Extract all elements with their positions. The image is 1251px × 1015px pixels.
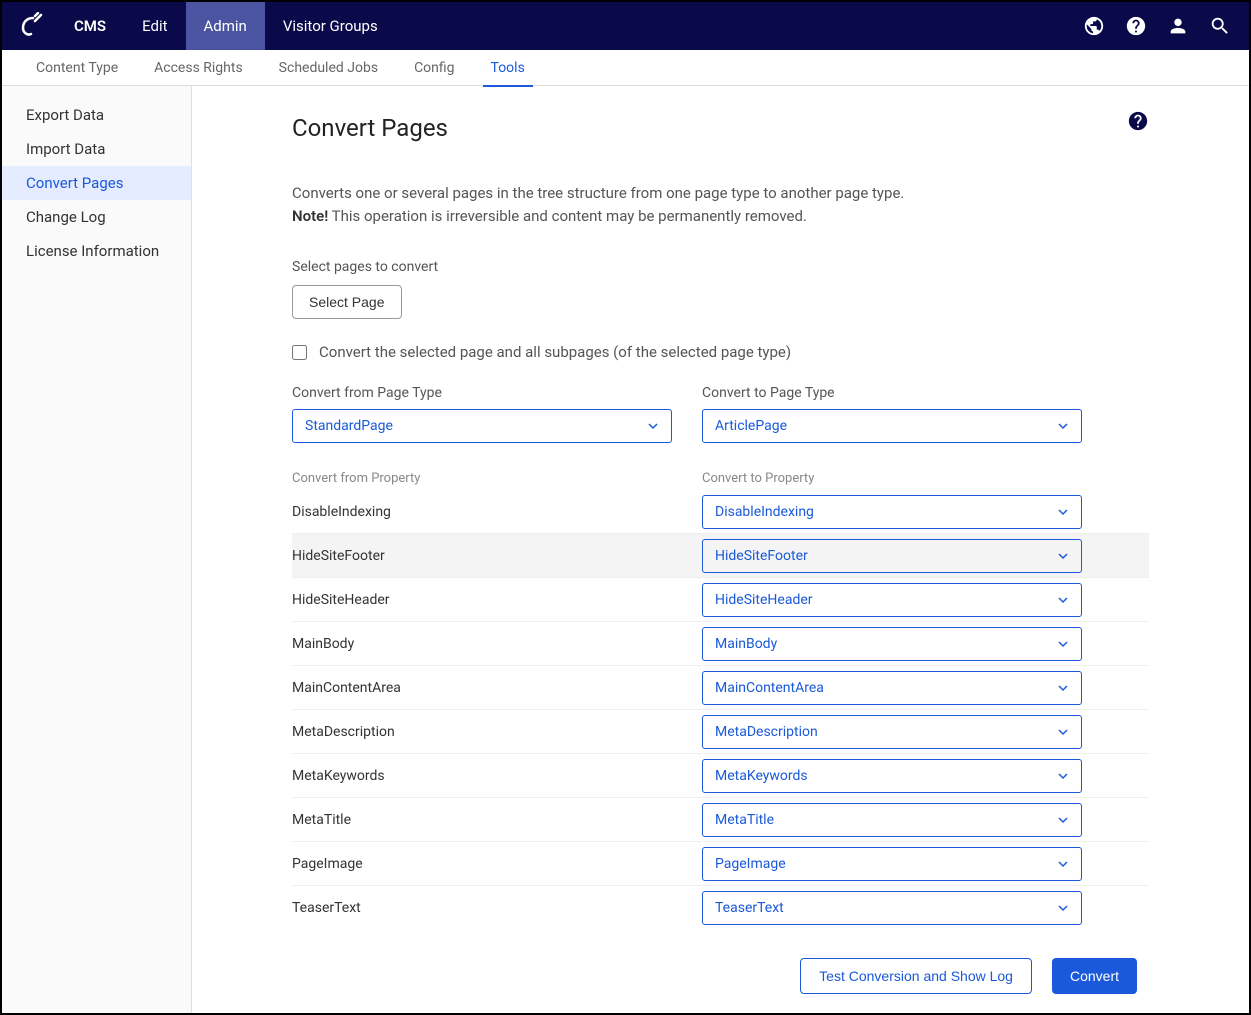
top-navbar: CMSEditAdminVisitor Groups: [2, 2, 1249, 50]
topnav-item-edit[interactable]: Edit: [124, 2, 185, 50]
property-to-select[interactable]: PageImage: [702, 847, 1082, 881]
subnav-item-scheduled-jobs[interactable]: Scheduled Jobs: [261, 50, 396, 86]
sidebar-item-convert-pages[interactable]: Convert Pages: [2, 166, 191, 200]
select-page-button[interactable]: Select Page: [292, 285, 402, 319]
sub-navbar: Content TypeAccess RightsScheduled JobsC…: [2, 50, 1249, 86]
property-from: MetaKeywords: [292, 768, 672, 784]
property-from: MainContentArea: [292, 680, 672, 696]
property-row: PageImage PageImage: [292, 842, 1149, 886]
test-conversion-button[interactable]: Test Conversion and Show Log: [800, 958, 1032, 994]
property-to-value: MainContentArea: [715, 680, 824, 696]
property-row: MainBody MainBody: [292, 622, 1149, 666]
chevron-down-icon: [1057, 638, 1069, 650]
property-from: HideSiteFooter: [292, 548, 672, 564]
property-row: MetaKeywords MetaKeywords: [292, 754, 1149, 798]
user-icon[interactable]: [1157, 2, 1199, 50]
property-row: MainContentArea MainContentArea: [292, 666, 1149, 710]
property-from: HideSiteHeader: [292, 592, 672, 608]
property-row: TeaserText TeaserText: [292, 886, 1149, 930]
chevron-down-icon: [1057, 814, 1069, 826]
chevron-down-icon: [1057, 726, 1069, 738]
property-to-select[interactable]: HideSiteFooter: [702, 539, 1082, 573]
from-type-select[interactable]: StandardPage: [292, 409, 672, 443]
property-to-select[interactable]: TeaserText: [702, 891, 1082, 925]
property-to-value: MetaKeywords: [715, 768, 808, 784]
main-content: Convert Pages Converts one or several pa…: [192, 86, 1249, 1013]
property-from: MainBody: [292, 636, 672, 652]
search-icon[interactable]: [1199, 2, 1241, 50]
chevron-down-icon: [647, 420, 659, 432]
subnav-item-content-type[interactable]: Content Type: [18, 50, 136, 86]
property-to-select[interactable]: DisableIndexing: [702, 495, 1082, 529]
chevron-down-icon: [1057, 594, 1069, 606]
page-description-2: Note! This operation is irreversible and…: [292, 205, 1149, 228]
sidebar-item-import-data[interactable]: Import Data: [2, 132, 191, 166]
sidebar-item-change-log[interactable]: Change Log: [2, 200, 191, 234]
chevron-down-icon: [1057, 550, 1069, 562]
topnav-item-admin[interactable]: Admin: [186, 2, 265, 50]
chevron-down-icon: [1057, 506, 1069, 518]
property-from: DisableIndexing: [292, 504, 672, 520]
property-to-select[interactable]: MetaDescription: [702, 715, 1082, 749]
note-text: This operation is irreversible and conte…: [328, 207, 807, 225]
from-property-header: Convert from Property: [292, 471, 672, 486]
property-to-value: HideSiteFooter: [715, 548, 808, 564]
subnav-item-access-rights[interactable]: Access Rights: [136, 50, 261, 86]
brand-logo[interactable]: [2, 2, 56, 50]
sidebar: Export DataImport DataConvert PagesChang…: [2, 86, 192, 1013]
include-subpages-label[interactable]: Convert the selected page and all subpag…: [319, 343, 791, 361]
property-to-select[interactable]: MetaTitle: [702, 803, 1082, 837]
chevron-down-icon: [1057, 770, 1069, 782]
topnav-item-cms[interactable]: CMS: [56, 2, 124, 50]
from-type-value: StandardPage: [305, 418, 393, 434]
sidebar-item-license-information[interactable]: License Information: [2, 234, 191, 268]
subnav-item-config[interactable]: Config: [396, 50, 472, 86]
property-row: DisableIndexing DisableIndexing: [292, 490, 1149, 534]
property-from: MetaTitle: [292, 812, 672, 828]
chevron-down-icon: [1057, 858, 1069, 870]
topnav-item-visitor-groups[interactable]: Visitor Groups: [265, 2, 396, 50]
page-description-1: Converts one or several pages in the tre…: [292, 182, 1149, 205]
help-icon[interactable]: [1115, 2, 1157, 50]
property-to-select[interactable]: HideSiteHeader: [702, 583, 1082, 617]
chevron-down-icon: [1057, 682, 1069, 694]
page-help-icon[interactable]: [1127, 110, 1149, 132]
property-from: TeaserText: [292, 900, 672, 916]
property-to-value: MetaTitle: [715, 812, 774, 828]
property-from: PageImage: [292, 856, 672, 872]
property-to-value: HideSiteHeader: [715, 592, 813, 608]
property-to-value: TeaserText: [715, 900, 784, 916]
property-to-value: MainBody: [715, 636, 777, 652]
property-to-select[interactable]: MetaKeywords: [702, 759, 1082, 793]
sidebar-item-export-data[interactable]: Export Data: [2, 98, 191, 132]
property-from: MetaDescription: [292, 724, 672, 740]
subnav-item-tools[interactable]: Tools: [473, 50, 543, 86]
property-to-value: PageImage: [715, 856, 786, 872]
convert-button[interactable]: Convert: [1052, 958, 1137, 994]
select-pages-label: Select pages to convert: [292, 259, 1149, 275]
chevron-down-icon: [1057, 420, 1069, 432]
globe-icon[interactable]: [1073, 2, 1115, 50]
property-to-select[interactable]: MainContentArea: [702, 671, 1082, 705]
to-type-label: Convert to Page Type: [702, 385, 1082, 401]
to-type-value: ArticlePage: [715, 418, 787, 434]
to-property-header: Convert to Property: [702, 471, 1082, 486]
chevron-down-icon: [1057, 902, 1069, 914]
note-label: Note!: [292, 207, 328, 225]
property-row: HideSiteHeader HideSiteHeader: [292, 578, 1149, 622]
property-to-value: MetaDescription: [715, 724, 818, 740]
include-subpages-checkbox[interactable]: [292, 345, 307, 360]
property-row: MetaTitle MetaTitle: [292, 798, 1149, 842]
property-row: MetaDescription MetaDescription: [292, 710, 1149, 754]
page-title: Convert Pages: [292, 114, 1149, 142]
property-to-value: DisableIndexing: [715, 504, 814, 520]
to-type-select[interactable]: ArticlePage: [702, 409, 1082, 443]
property-to-select[interactable]: MainBody: [702, 627, 1082, 661]
from-type-label: Convert from Page Type: [292, 385, 672, 401]
property-row: HideSiteFooter HideSiteFooter: [292, 534, 1149, 578]
